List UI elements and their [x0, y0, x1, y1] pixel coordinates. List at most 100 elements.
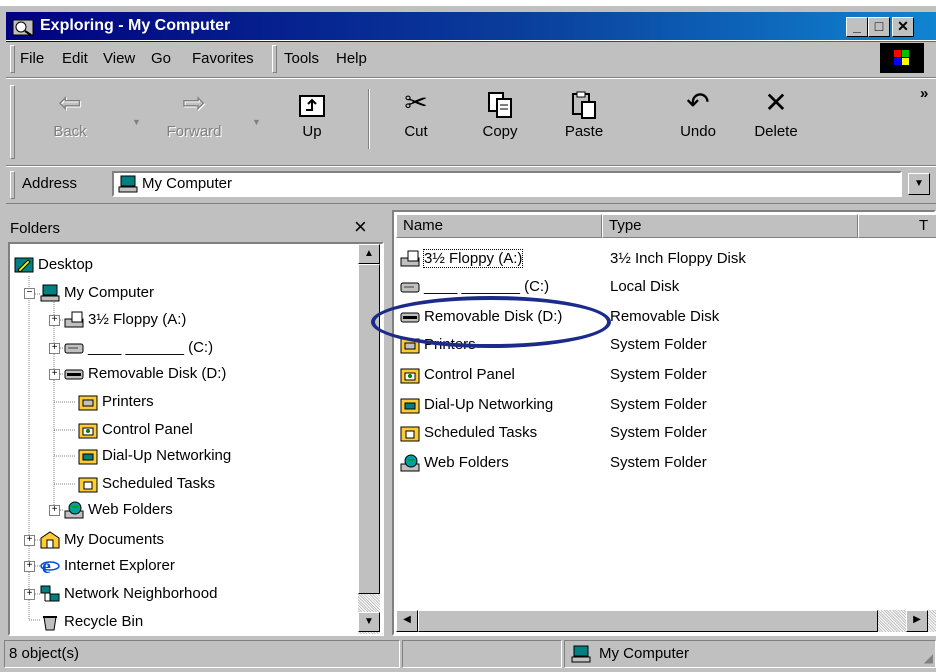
scheduled-tasks-icon	[78, 477, 98, 493]
up-button[interactable]: Up	[274, 83, 350, 157]
back-dropdown-arrow-icon[interactable]: ▼	[132, 117, 141, 127]
removable-disk-icon	[64, 369, 84, 380]
maximize-button[interactable]: □	[868, 17, 890, 37]
tree-item-control-panel[interactable]: Control Panel	[78, 417, 193, 443]
tree-item-dialup-networking[interactable]: Dial-Up Networking	[78, 443, 231, 469]
control-panel-icon	[78, 423, 98, 439]
address-value: My Computer	[142, 175, 233, 192]
close-folders-pane-button[interactable]: ×	[354, 214, 367, 240]
address-dropdown-button[interactable]: ▼	[908, 173, 930, 195]
address-label: Address	[22, 175, 78, 192]
status-spacer	[402, 640, 562, 668]
tree-item-network-neighborhood[interactable]: Network Neighborhood	[40, 581, 217, 607]
standard-toolbar: ⇦ Back ▼ ⇨ Forward ▼ Up ✂ Cut Copy Paste…	[6, 78, 936, 166]
expand-floppy-toggle[interactable]: +	[49, 315, 60, 326]
minimize-button[interactable]: _	[846, 17, 868, 37]
folders-vertical-scrollbar[interactable]: ▲ ▼	[358, 244, 380, 634]
scheduled-tasks-icon	[400, 426, 420, 442]
menu-bar-grip[interactable]	[10, 45, 15, 73]
tree-item-my-computer[interactable]: My Computer	[40, 280, 154, 306]
tree-item-recycle-bin[interactable]: Recycle Bin	[40, 609, 143, 635]
back-button[interactable]: ⇦ Back	[32, 83, 108, 157]
my-documents-icon	[40, 531, 60, 549]
menu-view[interactable]: View	[103, 50, 135, 67]
list-item-floppy-type: 3½ Inch Floppy Disk	[610, 250, 746, 267]
expand-removable-disk-toggle[interactable]: +	[49, 369, 60, 380]
tree-item-printers[interactable]: Printers	[78, 389, 154, 415]
computer-icon	[40, 284, 60, 302]
list-item-dialup-networking-type: System Folder	[610, 396, 707, 413]
explorer-window-icon	[12, 19, 34, 36]
menu-help[interactable]: Help	[336, 50, 367, 67]
printers-folder-icon	[78, 395, 98, 411]
computer-icon	[571, 645, 591, 663]
hard-disk-icon	[64, 343, 84, 354]
address-bar: Address My Computer ▼	[6, 166, 936, 204]
expand-network-neighborhood-toggle[interactable]: +	[24, 589, 35, 600]
list-item-scheduled-tasks-type: System Folder	[610, 424, 707, 441]
menu-bar: File Edit View Go Favorites Tools Help	[6, 40, 936, 78]
list-item-web-folders[interactable]: Web Folders	[400, 450, 509, 476]
toolbar-grip[interactable]	[10, 85, 15, 159]
folders-pane-title: Folders	[10, 220, 61, 237]
close-button[interactable]: ✕	[892, 17, 914, 37]
forward-button[interactable]: ⇨ Forward	[156, 83, 232, 157]
list-item-printers-type: System Folder	[610, 336, 707, 353]
tree-item-web-folders[interactable]: Web Folders	[64, 497, 173, 523]
tree-item-floppy[interactable]: 3½ Floppy (A:)	[64, 307, 186, 333]
copy-button[interactable]: Copy	[462, 83, 538, 157]
forward-dropdown-arrow-icon[interactable]: ▼	[252, 117, 261, 127]
scroll-right-button[interactable]: ▶	[906, 610, 928, 632]
tree-item-my-documents[interactable]: My Documents	[40, 527, 164, 553]
undo-button[interactable]: ↶ Undo	[660, 83, 736, 157]
menu-favorites[interactable]: Favorites	[192, 50, 254, 67]
internet-explorer-icon: e	[40, 557, 60, 575]
window-title: Exploring - My Computer	[40, 17, 231, 34]
undo-icon: ↶	[686, 87, 710, 118]
tree-item-scheduled-tasks[interactable]: Scheduled Tasks	[78, 471, 215, 497]
list-item-dialup-networking[interactable]: Dial-Up Networking	[400, 392, 553, 418]
contents-horizontal-scrollbar[interactable]: ◀ ▶	[396, 610, 936, 632]
menu-edit[interactable]: Edit	[62, 50, 88, 67]
tree-item-removable-disk[interactable]: Removable Disk (D:)	[64, 361, 226, 387]
menu-file[interactable]: File	[20, 50, 44, 67]
column-header-total-size[interactable]: T	[858, 214, 936, 238]
up-folder-icon	[274, 83, 350, 123]
tree-item-desktop[interactable]: Desktop	[14, 252, 93, 278]
folders-pane-header: Folders ×	[8, 210, 380, 240]
network-neighborhood-icon	[40, 585, 60, 602]
copy-icon	[462, 83, 538, 123]
tree-item-drive-c[interactable]: ____ _______ (C:)	[64, 335, 213, 361]
expand-web-folders-toggle[interactable]: +	[49, 505, 60, 516]
list-item-floppy[interactable]: 3½ Floppy (A:)	[400, 246, 524, 272]
forward-arrow-icon: ⇨	[182, 87, 206, 118]
title-bar[interactable]: Exploring - My Computer _ □ ✕	[6, 12, 936, 42]
list-item-control-panel[interactable]: Control Panel	[400, 362, 515, 388]
scroll-down-button[interactable]: ▼	[358, 612, 380, 632]
menu-tools[interactable]: Tools	[284, 50, 319, 67]
column-header-type[interactable]: Type	[602, 214, 858, 238]
delete-x-icon: ✕	[764, 87, 788, 118]
expand-my-documents-toggle[interactable]: +	[24, 535, 35, 546]
cut-button[interactable]: ✂ Cut	[378, 83, 454, 157]
resize-grip-icon[interactable]: ◢	[924, 645, 933, 671]
horizontal-scroll-thumb[interactable]	[418, 610, 878, 632]
expand-internet-explorer-toggle[interactable]: +	[24, 561, 35, 572]
tree-item-internet-explorer[interactable]: e Internet Explorer	[40, 553, 175, 579]
column-header-name[interactable]: Name	[396, 214, 602, 238]
scroll-up-button[interactable]: ▲	[358, 244, 380, 264]
delete-button[interactable]: ✕ Delete	[738, 83, 814, 157]
computer-icon	[118, 175, 138, 193]
list-item-scheduled-tasks[interactable]: Scheduled Tasks	[400, 420, 537, 446]
expand-drive-c-toggle[interactable]: +	[49, 343, 60, 354]
scroll-left-button[interactable]: ◀	[396, 610, 418, 632]
collapse-my-computer-toggle[interactable]: −	[24, 288, 35, 299]
address-field[interactable]: My Computer	[112, 171, 902, 197]
contents-pane: Name Type T 3½ Floppy (A:) 3½ Inch Flopp…	[392, 210, 936, 636]
folders-tree-pane: Desktop − My Computer + 3½ Floppy (A:) +…	[8, 242, 384, 636]
menu-divider	[272, 45, 277, 73]
toolbar-more-chevron-icon[interactable]: »	[920, 85, 928, 102]
menu-go[interactable]: Go	[151, 50, 171, 67]
address-bar-grip[interactable]	[10, 171, 15, 199]
paste-button[interactable]: Paste	[546, 83, 622, 157]
